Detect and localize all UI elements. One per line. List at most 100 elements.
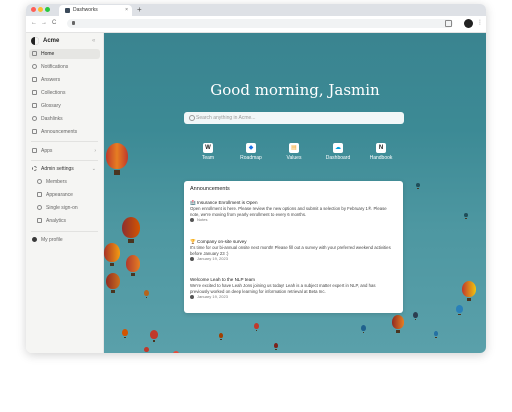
minimize-window-dot[interactable] xyxy=(38,7,43,12)
balloon xyxy=(122,329,128,339)
browser-tab-strip: Dashworks × + xyxy=(26,4,486,16)
sidebar-item-label: Announcements xyxy=(41,129,78,135)
announcement-meta-text: January 19, 2023 xyxy=(197,256,228,262)
balloon xyxy=(104,243,120,267)
announcement-meta: January 19, 2023 xyxy=(190,294,395,300)
author-avatar-icon xyxy=(190,295,194,300)
tab-close-icon[interactable]: × xyxy=(125,6,128,14)
address-bar[interactable] xyxy=(67,19,453,28)
tab-title: Dashworks xyxy=(73,7,98,13)
balloon xyxy=(413,312,418,321)
dashworks-favicon-icon xyxy=(65,8,70,13)
author-avatar-icon xyxy=(190,218,194,223)
sidebar-item-admin-settings[interactable]: Admin settings ⌄ xyxy=(29,164,100,174)
sidebar-item-answers[interactable]: Answers xyxy=(29,75,100,85)
announcement-meta-text: January 19, 2023 xyxy=(197,294,228,300)
shortcut-values[interactable]: ▤ Values xyxy=(278,143,310,165)
sidebar-item-my-profile[interactable]: My profile xyxy=(29,235,100,245)
sidebar-item-label: Admin settings xyxy=(41,166,74,172)
balloon xyxy=(456,305,463,316)
announcement-item[interactable]: 🏆 Company on-site survey It's time for o… xyxy=(190,239,395,262)
announcement-item[interactable]: 🏥 Insurance Enrollment is Open Open enro… xyxy=(190,200,395,223)
appearance-icon xyxy=(37,192,42,197)
announcement-body: It's time for our bi-annual onsite next … xyxy=(190,245,391,256)
announcement-meta-text: Notes xyxy=(197,217,208,223)
search-bar[interactable] xyxy=(184,112,404,124)
shortcut-label: Handbook xyxy=(369,155,393,161)
close-window-dot[interactable] xyxy=(31,7,36,12)
shortcut-team[interactable]: W Team xyxy=(192,143,224,165)
sidebar-item-label: Analytics xyxy=(46,218,67,224)
browser-tab[interactable]: Dashworks × xyxy=(59,5,132,16)
browser-window: Dashworks × + ← → C ⋮ Acme « Home Notifi… xyxy=(26,4,486,353)
balloon xyxy=(464,213,468,219)
new-tab-button[interactable]: + xyxy=(137,4,142,15)
sidebar-item-dashlinks[interactable]: Dashlinks xyxy=(29,114,100,124)
bookmark-star-icon[interactable] xyxy=(445,20,452,27)
shortcut-label: Dashboard xyxy=(325,155,351,161)
sidebar-item-notifications[interactable]: Notifications xyxy=(29,62,100,72)
search-icon xyxy=(189,115,195,121)
announcement-body: We're excited to have Leah Jons joining … xyxy=(190,283,376,294)
back-icon[interactable]: ← xyxy=(31,18,37,28)
browser-menu-icon[interactable]: ⋮ xyxy=(477,18,483,28)
sidebar-item-apps[interactable]: Apps › xyxy=(29,146,100,156)
sidebar-item-label: Home xyxy=(41,51,55,57)
sidebar-item-label: Dashlinks xyxy=(41,116,63,122)
glossary-icon xyxy=(32,103,37,108)
sidebar-item-home[interactable]: Home xyxy=(29,49,100,59)
balloon xyxy=(392,315,404,333)
sidebar-item-members[interactable]: Members xyxy=(34,177,100,187)
sidebar-item-collections[interactable]: Collections xyxy=(29,88,100,98)
sidebar-divider xyxy=(31,160,98,161)
sidebar-item-label: Answers xyxy=(41,77,61,83)
shortcut-roadmap[interactable]: ◆ Roadmap xyxy=(235,143,267,165)
sidebar-item-announcements[interactable]: Announcements xyxy=(29,127,100,137)
sidebar-item-single-sign-on[interactable]: Single sign-on xyxy=(34,203,100,213)
key-icon xyxy=(37,205,42,210)
collapse-sidebar-icon[interactable]: « xyxy=(92,36,95,46)
announcements-card: Announcements 🏥 Insurance Enrollment is … xyxy=(184,181,403,313)
announcement-meta: January 19, 2023 xyxy=(190,256,395,262)
bell-icon xyxy=(32,64,37,69)
browser-toolbar: ← → C ⋮ xyxy=(26,16,486,33)
shortcut-label: Values xyxy=(286,155,302,161)
dashboard-app-icon: ☁ xyxy=(333,143,343,153)
sidebar-item-label: Single sign-on xyxy=(46,205,78,211)
balloon xyxy=(106,273,120,293)
browser-profile-avatar[interactable] xyxy=(464,19,473,28)
profile-avatar-icon xyxy=(32,237,37,242)
sidebar-item-glossary[interactable]: Glossary xyxy=(29,101,100,111)
balloon xyxy=(122,217,140,243)
balloon xyxy=(274,343,278,350)
sidebar-item-label: Appearance xyxy=(46,192,73,198)
home-hero: Good morning, Jasmin W Team ◆ Roadmap ▤ … xyxy=(104,33,486,353)
apps-icon xyxy=(32,148,37,153)
maximize-window-dot[interactable] xyxy=(45,7,50,12)
sidebar-item-label: Collections xyxy=(41,90,66,96)
shortcut-dashboard[interactable]: ☁ Dashboard xyxy=(322,143,354,165)
reload-icon[interactable]: C xyxy=(52,18,56,28)
balloon xyxy=(150,330,158,342)
sidebar-item-label: My profile xyxy=(41,237,63,243)
search-input[interactable] xyxy=(196,112,396,124)
shortcut-handbook[interactable]: N Handbook xyxy=(365,143,397,165)
forward-icon[interactable]: → xyxy=(41,18,47,28)
answers-icon xyxy=(32,77,37,82)
workspace-name: Acme xyxy=(43,38,60,44)
announcement-item[interactable]: Welcome Leah to the NLP team We're excit… xyxy=(190,277,395,300)
sidebar-item-analytics[interactable]: Analytics xyxy=(34,216,100,226)
analytics-icon xyxy=(37,218,42,223)
balloon xyxy=(144,347,149,352)
balloon xyxy=(254,323,259,332)
team-app-icon: W xyxy=(203,143,213,153)
balloon xyxy=(219,333,223,340)
chevron-right-icon: › xyxy=(94,148,96,154)
balloon xyxy=(126,255,140,277)
sidebar-item-appearance[interactable]: Appearance xyxy=(34,190,100,200)
members-icon xyxy=(37,179,42,184)
gear-icon xyxy=(32,166,37,171)
roadmap-app-icon: ◆ xyxy=(246,143,256,153)
sidebar-divider xyxy=(31,141,98,142)
shortcut-label: Team xyxy=(201,155,215,161)
